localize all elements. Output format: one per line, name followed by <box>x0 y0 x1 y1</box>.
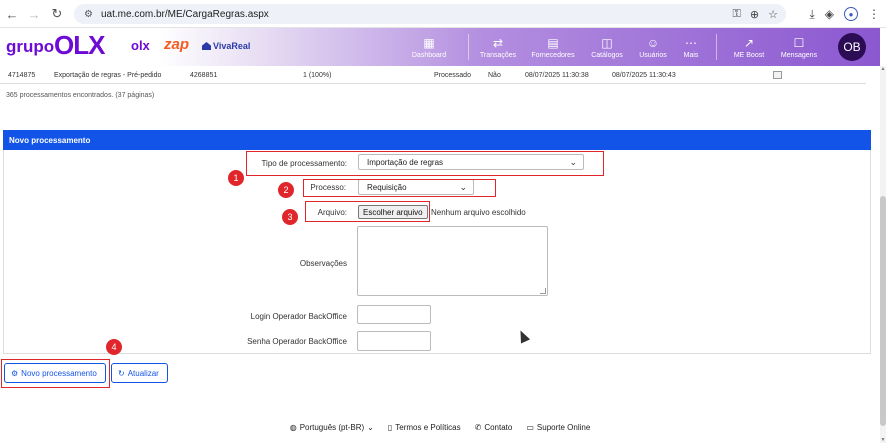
logo-olx: OLX <box>54 30 105 60</box>
nav-usuarios[interactable]: ☺ Usuários <box>638 28 668 66</box>
annotation-badge-1: 1 <box>228 170 244 186</box>
reload-icon[interactable]: ↻ <box>46 3 68 25</box>
nav-separator <box>468 34 469 60</box>
row-progress: 1 (100%) <box>303 72 332 79</box>
new-process-button[interactable]: ⚙ Novo processamento <box>4 363 106 383</box>
support-link[interactable]: ▭ Suporte Online <box>526 423 590 432</box>
table-row: 4714875 Exportação de regras - Pré-pedid… <box>0 68 866 84</box>
profile-icon[interactable]: ● <box>844 7 858 21</box>
users-icon: ☺ <box>646 35 660 50</box>
globe-icon: ◍ <box>289 422 297 432</box>
forward-icon[interactable]: → <box>23 3 45 25</box>
app-header: grupo OLX olx zap VivaReal ▦ Dashboard ⇄… <box>0 28 880 66</box>
bag-icon: ◫ <box>601 35 613 50</box>
nav-dashboard[interactable]: ▦ Dashboard <box>410 28 448 66</box>
row-flag: Não <box>488 72 501 79</box>
details-icon[interactable] <box>773 71 782 79</box>
nav-mais[interactable]: ⋯ Mais <box>682 28 700 66</box>
logo-olx-small: olx <box>131 38 150 53</box>
annotation-badge-4: 4 <box>106 339 122 355</box>
nav-separator <box>716 34 717 60</box>
terms-link[interactable]: ▯ Termos e Políticas <box>388 423 461 432</box>
menu-kebab-icon[interactable]: ⋮ <box>868 7 880 21</box>
annotation-badge-3: 3 <box>282 209 298 225</box>
nav-catalogos[interactable]: ◫ Catálogos <box>590 28 624 66</box>
row-start: 08/07/2025 11:30:38 <box>525 72 589 79</box>
scroll-down-icon[interactable]: ▼ <box>880 437 886 443</box>
row-id: 4714875 <box>8 72 36 79</box>
footer: ◍ Português (pt-BR) ⌄ ▯ Termos e Polític… <box>0 418 880 436</box>
senha-label: Senha Operador BackOffice <box>247 337 347 346</box>
key-icon[interactable]: ⚿ <box>733 8 741 21</box>
senha-input[interactable] <box>357 331 431 351</box>
logo-grupo: grupo <box>6 37 55 56</box>
gears-icon: ⚙ <box>11 368 19 378</box>
address-bar[interactable]: ⚙ uat.me.com.br/ME/CargaRegras.aspx ⚿ ⊕ … <box>74 4 786 24</box>
row-code: 4268851 <box>190 72 218 79</box>
row-description: Exportação de regras - Pré-pedido <box>54 72 162 79</box>
download-icon[interactable]: ⤓ <box>809 7 814 22</box>
nav-transacoes[interactable]: ⇄ Transações <box>478 28 518 66</box>
url-text: uat.me.com.br/ME/CargaRegras.aspx <box>100 8 269 20</box>
avatar[interactable]: OB <box>838 33 866 61</box>
bookmark-star-icon[interactable]: ☆ <box>768 8 778 21</box>
login-label: Login Operador BackOffice <box>250 312 347 321</box>
browser-toolbar: ← → ↻ ⚙ uat.me.com.br/ME/CargaRegras.asp… <box>0 0 886 28</box>
chat-bubble-icon: ▭ <box>526 422 534 432</box>
nav-fornecedores[interactable]: ▤ Fornecedores <box>530 28 576 66</box>
annotation-frame-2 <box>303 179 496 197</box>
annotation-frame-1 <box>246 151 604 176</box>
nav-me-boost[interactable]: ↗ ME Boost <box>732 28 766 66</box>
house-icon <box>202 42 211 50</box>
resize-grip-icon[interactable] <box>540 288 546 294</box>
chat-icon: ☐ <box>793 35 805 50</box>
grid-icon: ▦ <box>423 35 435 50</box>
refresh-icon: ↻ <box>118 368 125 378</box>
language-selector[interactable]: ◍ Português (pt-BR) ⌄ <box>290 423 374 432</box>
observacoes-textarea[interactable] <box>357 226 548 296</box>
logo-zap: zap <box>164 36 190 53</box>
logo-vivareal: VivaReal <box>202 41 250 51</box>
zoom-icon[interactable]: ⊕ <box>750 8 759 21</box>
chart-icon: ↗ <box>743 35 755 50</box>
more-icon: ⋯ <box>685 35 697 50</box>
scroll-up-icon[interactable]: ▲ <box>880 66 886 72</box>
no-file-text: Nenhum arquivo escolhido <box>431 208 526 217</box>
result-count: 365 processamentos encontrados. (37 pági… <box>6 92 155 99</box>
store-icon: ▤ <box>547 35 559 50</box>
nav-mensagens[interactable]: ☐ Mensagens <box>780 28 818 66</box>
back-icon[interactable]: ← <box>1 3 23 25</box>
row-status: Processado <box>434 72 471 79</box>
site-info-icon[interactable]: ⚙ <box>84 9 93 20</box>
panel-title: Novo processamento <box>3 130 871 150</box>
exchange-icon: ⇄ <box>492 35 504 50</box>
scrollbar-thumb[interactable] <box>880 196 886 426</box>
row-end: 08/07/2025 11:30:43 <box>612 72 676 79</box>
chevron-down-icon: ⌄ <box>367 422 374 432</box>
document-icon: ▯ <box>387 422 393 432</box>
extension-icon[interactable]: ◈ <box>825 7 834 21</box>
contact-link[interactable]: ✆ Contato <box>475 423 513 432</box>
login-input[interactable] <box>357 305 431 324</box>
refresh-button[interactable]: ↻ Atualizar <box>111 363 168 383</box>
page-scrollbar[interactable]: ▲ ▼ <box>880 66 886 443</box>
observacoes-label: Observações <box>299 259 347 268</box>
annotation-badge-2: 2 <box>278 182 294 198</box>
phone-icon: ✆ <box>474 422 482 432</box>
annotation-frame-3 <box>305 201 430 222</box>
